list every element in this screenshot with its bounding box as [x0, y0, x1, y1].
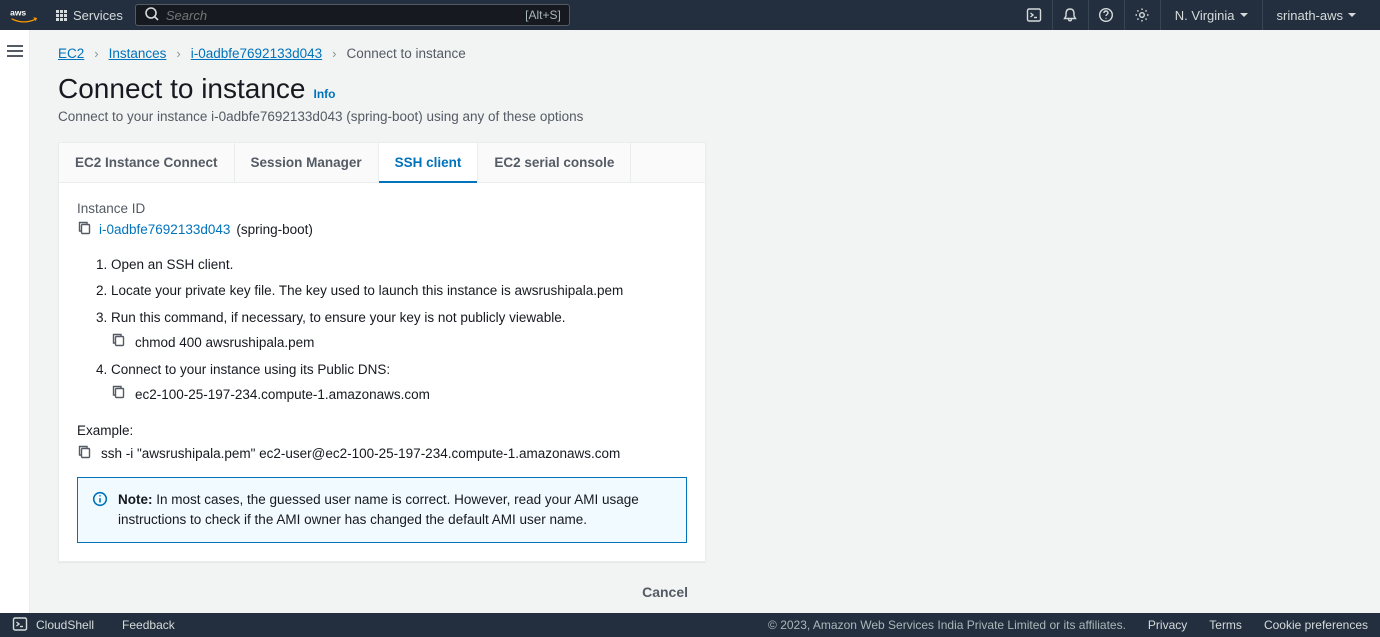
footer-bar: CloudShell Feedback © 2023, Amazon Web S… [0, 613, 1380, 637]
chevron-right-icon: › [176, 46, 180, 61]
cancel-button[interactable]: Cancel [624, 578, 706, 606]
breadcrumb-link-ec2[interactable]: EC2 [58, 46, 84, 61]
copyright-text: © 2023, Amazon Web Services India Privat… [768, 618, 1126, 632]
instance-id-link[interactable]: i-0adbfe7692133d043 [99, 222, 230, 237]
region-label: N. Virginia [1175, 8, 1235, 23]
tab-ssh-client[interactable]: SSH client [379, 143, 479, 182]
services-menu[interactable]: Services [56, 8, 123, 23]
note-box: Note: In most cases, the guessed user na… [77, 477, 687, 544]
sidebar-toggle[interactable] [0, 30, 30, 613]
info-icon [92, 491, 108, 510]
search-shortcut: [Alt+S] [525, 8, 561, 22]
hamburger-icon [7, 42, 23, 60]
terms-link[interactable]: Terms [1209, 618, 1242, 632]
settings-icon[interactable] [1124, 0, 1160, 30]
step-3: Run this command, if necessary, to ensur… [111, 308, 687, 355]
public-dns: ec2-100-25-197-234.compute-1.amazonaws.c… [135, 385, 430, 405]
example-row: ssh -i "awsrushipala.pem" ec2-user@ec2-1… [77, 444, 687, 463]
actions-row: Cancel [58, 578, 706, 606]
page-title-row: Connect to instance Info [58, 73, 1352, 105]
breadcrumb-link-instance-id[interactable]: i-0adbfe7692133d043 [191, 46, 322, 61]
cloudshell-icon[interactable] [12, 616, 28, 635]
instance-id-row: i-0adbfe7692133d043 (spring-boot) [77, 220, 687, 239]
chevron-right-icon: › [332, 46, 336, 61]
copy-icon[interactable] [111, 332, 127, 354]
step-1: Open an SSH client. [111, 255, 687, 275]
connect-panel: EC2 Instance Connect Session Manager SSH… [58, 142, 706, 562]
instance-id-label: Instance ID [77, 201, 687, 216]
example-label: Example: [77, 423, 687, 438]
aws-logo[interactable]: aws [10, 6, 38, 25]
ssh-steps: Open an SSH client. Locate your private … [77, 255, 687, 407]
tabs: EC2 Instance Connect Session Manager SSH… [59, 143, 705, 183]
cloudshell-link[interactable]: CloudShell [36, 618, 94, 632]
region-selector[interactable]: N. Virginia [1160, 0, 1262, 30]
grid-icon [56, 10, 67, 21]
info-link[interactable]: Info [314, 87, 336, 101]
breadcrumb-link-instances[interactable]: Instances [109, 46, 167, 61]
user-menu[interactable]: srinath-aws [1262, 0, 1370, 30]
privacy-link[interactable]: Privacy [1148, 618, 1187, 632]
breadcrumb-current: Connect to instance [346, 46, 465, 61]
tab-body-ssh: Instance ID i-0adbfe7692133d043 (spring-… [59, 183, 705, 561]
page-description: Connect to your instance i-0adbfe7692133… [58, 109, 1352, 124]
caret-down-icon [1348, 13, 1356, 17]
svg-text:aws: aws [10, 8, 26, 18]
chmod-command: chmod 400 awsrushipala.pem [135, 333, 314, 353]
chevron-right-icon: › [94, 46, 98, 61]
copy-icon[interactable] [111, 384, 127, 406]
user-label: srinath-aws [1277, 8, 1343, 23]
search-icon [144, 6, 160, 25]
cookie-preferences-link[interactable]: Cookie preferences [1264, 618, 1368, 632]
cloudshell-icon[interactable] [1016, 0, 1052, 30]
instance-name: (spring-boot) [236, 222, 313, 237]
copy-icon[interactable] [77, 444, 93, 463]
tab-session-manager[interactable]: Session Manager [235, 143, 379, 182]
tab-ec2-instance-connect[interactable]: EC2 Instance Connect [59, 143, 235, 182]
feedback-link[interactable]: Feedback [122, 618, 175, 632]
copy-icon[interactable] [77, 220, 93, 239]
step-2: Locate your private key file. The key us… [111, 281, 687, 301]
example-command: ssh -i "awsrushipala.pem" ec2-user@ec2-1… [101, 446, 620, 461]
services-label: Services [73, 8, 123, 23]
search-input[interactable] [160, 8, 525, 23]
top-nav-bar: aws Services [Alt+S] N. [0, 0, 1380, 30]
search-bar[interactable]: [Alt+S] [135, 4, 570, 26]
page-title: Connect to instance [58, 73, 306, 105]
notifications-icon[interactable] [1052, 0, 1088, 30]
tab-ec2-serial-console[interactable]: EC2 serial console [478, 143, 631, 182]
breadcrumb: EC2 › Instances › i-0adbfe7692133d043 › … [58, 30, 1352, 73]
help-icon[interactable] [1088, 0, 1124, 30]
main-content: EC2 › Instances › i-0adbfe7692133d043 › … [30, 30, 1380, 613]
caret-down-icon [1240, 13, 1248, 17]
note-text: Note: In most cases, the guessed user na… [118, 490, 672, 531]
step-4: Connect to your instance using its Publi… [111, 360, 687, 407]
